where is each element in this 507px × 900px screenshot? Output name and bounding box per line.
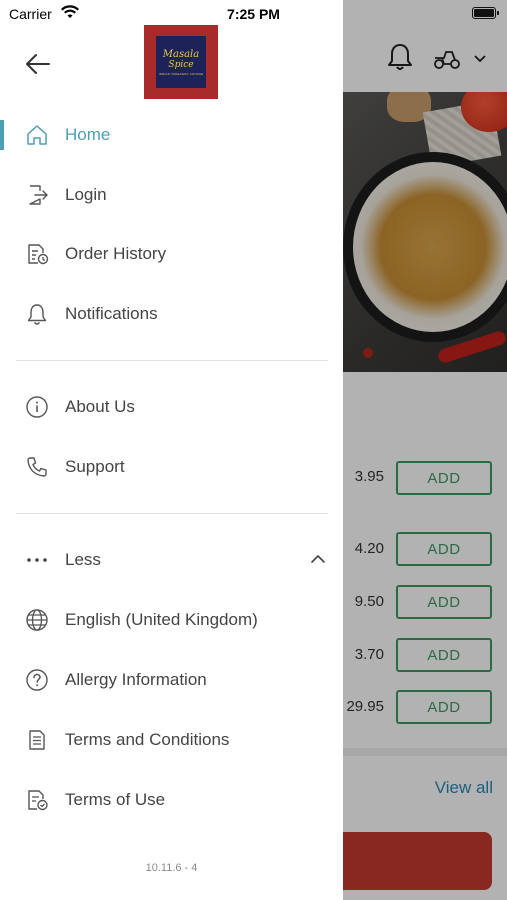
logo-line1: Masala — [162, 48, 200, 60]
menu-item-allergy[interactable]: Allergy Information — [0, 652, 343, 708]
side-drawer: Masala Spice INDIAN TAKEAWAY CUISINE Hom… — [0, 0, 343, 900]
menu-item-label: Home — [65, 125, 111, 144]
menu-item-login[interactable]: Login — [0, 167, 343, 223]
menu-item-label: Terms of Use — [65, 790, 166, 809]
globe-icon — [26, 609, 48, 631]
menu-divider — [16, 513, 328, 514]
menu-item-home[interactable]: Home — [0, 107, 343, 163]
app-version: 10.11.6 - 4 — [145, 862, 198, 874]
menu-item-label: About Us — [65, 397, 135, 416]
back-arrow-icon[interactable] — [24, 50, 52, 78]
menu-item-label: Terms and Conditions — [65, 730, 230, 749]
menu-item-terms-conditions[interactable]: Terms and Conditions — [0, 712, 343, 768]
phone-icon — [27, 457, 47, 477]
menu-item-label: Login — [65, 185, 107, 204]
status-time: 7:25 PM — [227, 6, 280, 22]
bell-icon — [27, 304, 47, 325]
menu-item-label: English (United Kingdom) — [65, 610, 258, 629]
menu-item-support[interactable]: Support — [0, 439, 343, 495]
document-check-icon — [28, 790, 48, 811]
menu-item-label: Less — [65, 550, 101, 569]
order-history-icon — [28, 244, 49, 265]
menu-item-notifications[interactable]: Notifications — [0, 286, 343, 342]
battery-icon — [472, 7, 496, 19]
menu-item-terms-of-use[interactable]: Terms of Use — [0, 772, 343, 828]
menu-item-label: Allergy Information — [65, 670, 207, 689]
help-circle-icon — [26, 669, 48, 691]
status-bar: Carrier 7:25 PM — [0, 0, 507, 28]
menu-item-order-history[interactable]: Order History — [0, 226, 343, 282]
menu-item-language[interactable]: English (United Kingdom) — [0, 592, 343, 648]
logo-line2: Spice — [168, 59, 194, 70]
menu-item-label: Support — [65, 457, 125, 476]
restaurant-logo: Masala Spice INDIAN TAKEAWAY CUISINE — [144, 25, 218, 99]
info-icon — [26, 396, 48, 418]
document-icon — [29, 730, 45, 750]
more-dots-icon — [27, 558, 47, 562]
menu-divider — [16, 360, 328, 361]
battery-tip — [497, 11, 499, 15]
menu-toggle-less[interactable]: Less — [0, 532, 343, 588]
login-icon — [29, 185, 48, 205]
chevron-up-icon[interactable] — [310, 553, 326, 565]
menu-item-label: Order History — [65, 244, 167, 263]
menu-item-label: Notifications — [65, 304, 158, 323]
menu-item-about-us[interactable]: About Us — [0, 379, 343, 435]
logo-tagline: INDIAN TAKEAWAY CUISINE — [158, 71, 204, 76]
home-icon — [27, 125, 47, 145]
